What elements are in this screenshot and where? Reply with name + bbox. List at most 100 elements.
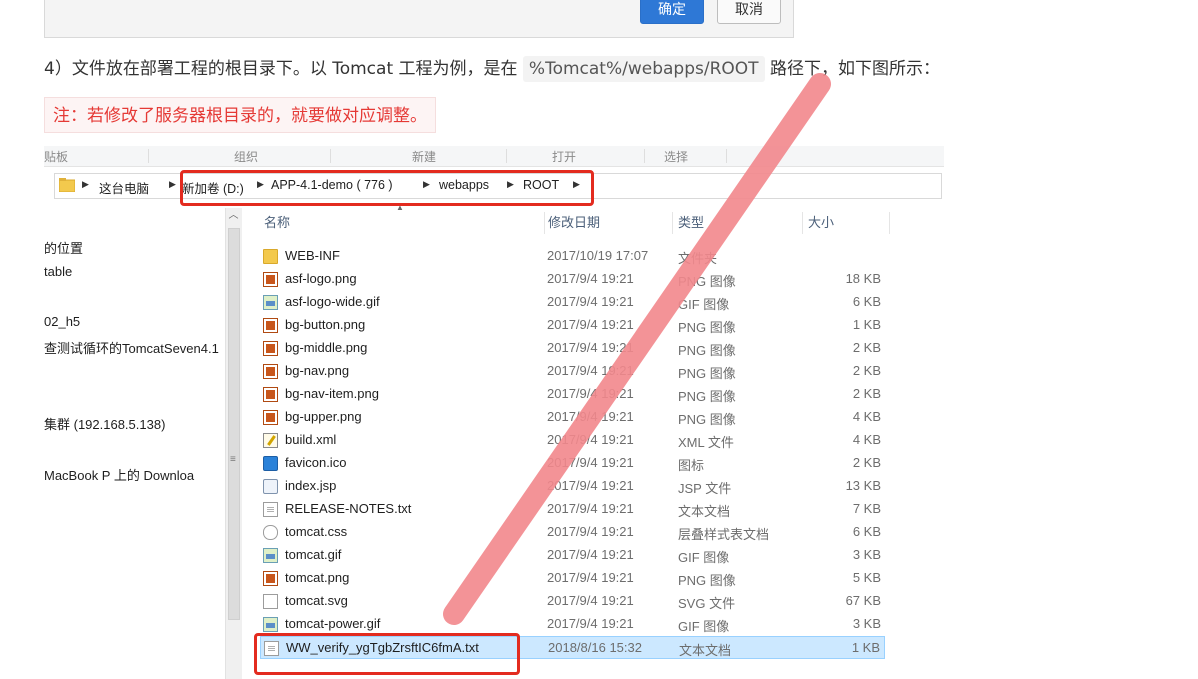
file-row[interactable]: asf-logo.png 2017/9/4 19:21 PNG 图像 18 KB bbox=[260, 268, 885, 291]
file-date: 2017/9/4 19:21 bbox=[547, 524, 634, 539]
nav-item[interactable]: 的位置 bbox=[44, 238, 83, 257]
file-row[interactable]: bg-upper.png 2017/9/4 19:21 PNG 图像 4 KB bbox=[260, 406, 885, 429]
nav-scrollbar[interactable]: ︿ ≡ bbox=[225, 208, 242, 679]
file-date: 2017/9/4 19:21 bbox=[547, 409, 634, 424]
file-name: tomcat.gif bbox=[285, 547, 342, 562]
file-row[interactable]: favicon.ico 2017/9/4 19:21 图标 2 KB bbox=[260, 452, 885, 475]
file-date: 2017/9/4 19:21 bbox=[547, 616, 634, 631]
column-header: ▲ 名称 修改日期 类型 大小 bbox=[241, 203, 891, 238]
file-name: tomcat-power.gif bbox=[285, 616, 381, 631]
nav-item[interactable]: 02_h5 bbox=[44, 314, 80, 329]
gif-file-icon bbox=[263, 295, 278, 310]
file-type: PNG 图像 bbox=[678, 366, 736, 381]
gif-file-icon bbox=[263, 617, 278, 632]
file-row[interactable]: tomcat.css 2017/9/4 19:21 层叠样式表文档 6 KB bbox=[260, 521, 885, 544]
file-name: bg-upper.png bbox=[285, 409, 362, 424]
file-date: 2018/8/16 15:32 bbox=[548, 640, 642, 655]
breadcrumb-arrow-icon: ▶ bbox=[169, 179, 176, 189]
breadcrumb-this-pc[interactable]: 这台电脑 bbox=[99, 178, 149, 197]
path-code: %Tomcat%/webapps/ROOT bbox=[522, 56, 765, 82]
file-name: WW_verify_ygTgbZrsftIC6fmA.txt bbox=[286, 640, 479, 655]
file-date: 2017/9/4 19:21 bbox=[547, 317, 634, 332]
ribbon-open[interactable]: 打开 bbox=[552, 148, 576, 165]
png-file-icon bbox=[263, 571, 278, 586]
breadcrumb-root[interactable]: ROOT bbox=[523, 178, 559, 192]
file-row[interactable]: build.xml 2017/9/4 19:21 XML 文件 4 KB bbox=[260, 429, 885, 452]
xml-file-icon bbox=[263, 433, 278, 448]
file-date: 2017/9/4 19:21 bbox=[547, 478, 634, 493]
nav-item[interactable]: 集群 (192.168.5.138) bbox=[44, 414, 165, 433]
column-size[interactable]: 大小 bbox=[785, 208, 885, 238]
folder-icon bbox=[263, 249, 278, 264]
nav-item[interactable]: table bbox=[44, 264, 72, 279]
file-size: 4 KB bbox=[852, 409, 881, 424]
file-row[interactable]: tomcat.gif 2017/9/4 19:21 GIF 图像 3 KB bbox=[260, 544, 885, 567]
file-row[interactable]: tomcat-power.gif 2017/9/4 19:21 GIF 图像 3 KB bbox=[260, 613, 885, 636]
file-row[interactable]: WEB-INF 2017/10/19 17:07 文件夹 bbox=[260, 245, 885, 268]
file-row-selected[interactable]: WW_verify_ygTgbZrsftIC6fmA.txt 2018/8/16 … bbox=[260, 636, 885, 659]
file-type: 文本文档 bbox=[679, 643, 732, 658]
cancel-button[interactable]: 取消 bbox=[717, 0, 781, 24]
file-name: tomcat.css bbox=[285, 524, 348, 539]
file-row[interactable]: RELEASE-NOTES.txt 2017/9/4 19:21 文本文档 7 KB bbox=[260, 498, 885, 521]
column-type[interactable]: 类型 bbox=[655, 208, 785, 238]
file-row[interactable]: tomcat.png 2017/9/4 19:21 PNG 图像 5 KB bbox=[260, 567, 885, 590]
column-name[interactable]: 名称 bbox=[241, 208, 525, 238]
file-type: 文件夹 bbox=[678, 251, 718, 266]
file-date: 2017/9/4 19:21 bbox=[547, 547, 634, 562]
breadcrumb-arrow-icon: ▶ bbox=[257, 179, 264, 189]
file-type: PNG 图像 bbox=[678, 573, 736, 588]
ribbon-new[interactable]: 新建 bbox=[412, 148, 436, 165]
ribbon-clipboard[interactable]: 贴板 bbox=[44, 148, 68, 165]
address-bar[interactable]: ▶ 这台电脑 ▶ 新加卷 (D:) ▶ APP-4.1-demo ( 776 )… bbox=[54, 173, 942, 199]
paragraph-suffix: 路径下，如下图所示： bbox=[764, 59, 940, 79]
warning-note: 注：若修改了服务器根目录的，就要做对应调整。 bbox=[44, 97, 436, 133]
ribbon-organize[interactable]: 组织 bbox=[234, 148, 258, 165]
file-row[interactable]: bg-button.png 2017/9/4 19:21 PNG 图像 1 KB bbox=[260, 314, 885, 337]
breadcrumb-drive[interactable]: 新加卷 (D:) bbox=[182, 178, 244, 197]
file-size: 2 KB bbox=[852, 386, 881, 401]
file-row[interactable]: index.jsp 2017/9/4 19:21 JSP 文件 13 KB bbox=[260, 475, 885, 498]
file-date: 2017/9/4 19:21 bbox=[547, 455, 634, 470]
file-type: XML 文件 bbox=[678, 435, 734, 450]
svg-file-icon bbox=[263, 594, 278, 609]
file-size: 13 KB bbox=[845, 478, 881, 493]
scroll-thumb[interactable] bbox=[228, 228, 240, 620]
file-row[interactable]: bg-nav.png 2017/9/4 19:21 PNG 图像 2 KB bbox=[260, 360, 885, 383]
file-size: 1 KB bbox=[852, 317, 881, 332]
breadcrumb-webapps[interactable]: webapps bbox=[439, 178, 489, 192]
file-type: GIF 图像 bbox=[678, 619, 730, 634]
file-row[interactable]: asf-logo-wide.gif 2017/9/4 19:21 GIF 图像 6 K… bbox=[260, 291, 885, 314]
nav-item[interactable]: MacBook P 上的 Downloa bbox=[44, 465, 194, 484]
column-date[interactable]: 修改日期 bbox=[525, 208, 655, 238]
file-type: PNG 图像 bbox=[678, 274, 736, 289]
file-date: 2017/9/4 19:21 bbox=[547, 271, 634, 286]
file-explorer-screenshot: 贴板 组织 新建 打开 选择 ▶ 这台电脑 ▶ 新加卷 (D:) ▶ APP-4… bbox=[44, 146, 944, 679]
confirm-button[interactable]: 确定 bbox=[640, 0, 704, 24]
nav-item[interactable]: 查测试循环的TomcatSeven4.1 bbox=[44, 338, 219, 357]
file-row[interactable]: tomcat.svg 2017/9/4 19:21 SVG 文件 67 KB bbox=[260, 590, 885, 613]
ribbon-bar: 贴板 组织 新建 打开 选择 bbox=[44, 146, 944, 167]
file-name: bg-nav.png bbox=[285, 363, 350, 378]
txt-file-icon bbox=[263, 502, 278, 517]
chevron-up-icon[interactable]: ︿ bbox=[228, 210, 239, 221]
file-row[interactable]: bg-nav-item.png 2017/9/4 19:21 PNG 图像 2 KB bbox=[260, 383, 885, 406]
png-file-icon bbox=[263, 318, 278, 333]
file-date: 2017/9/4 19:21 bbox=[547, 593, 634, 608]
file-date: 2017/9/4 19:21 bbox=[547, 363, 634, 378]
breadcrumb-arrow-icon: ▶ bbox=[507, 179, 514, 189]
breadcrumb-app[interactable]: APP-4.1-demo ( 776 ) bbox=[271, 178, 393, 192]
ico-file-icon bbox=[263, 456, 278, 471]
ribbon-select[interactable]: 选择 bbox=[664, 148, 688, 165]
file-name: bg-middle.png bbox=[285, 340, 368, 355]
file-date: 2017/9/4 19:21 bbox=[547, 570, 634, 585]
file-size: 18 KB bbox=[845, 271, 881, 286]
dialog-footer: 确定 取消 bbox=[44, 0, 794, 38]
file-list: ▲ 名称 修改日期 类型 大小 WEB-INF 2017/10/19 17:07 文… bbox=[241, 203, 944, 679]
file-name: bg-nav-item.png bbox=[285, 386, 379, 401]
file-size: 2 KB bbox=[852, 340, 881, 355]
file-name: WEB-INF bbox=[285, 248, 340, 263]
file-row[interactable]: bg-middle.png 2017/9/4 19:21 PNG 图像 2 KB bbox=[260, 337, 885, 360]
file-date: 2017/9/4 19:21 bbox=[547, 340, 634, 355]
file-size: 3 KB bbox=[852, 616, 881, 631]
